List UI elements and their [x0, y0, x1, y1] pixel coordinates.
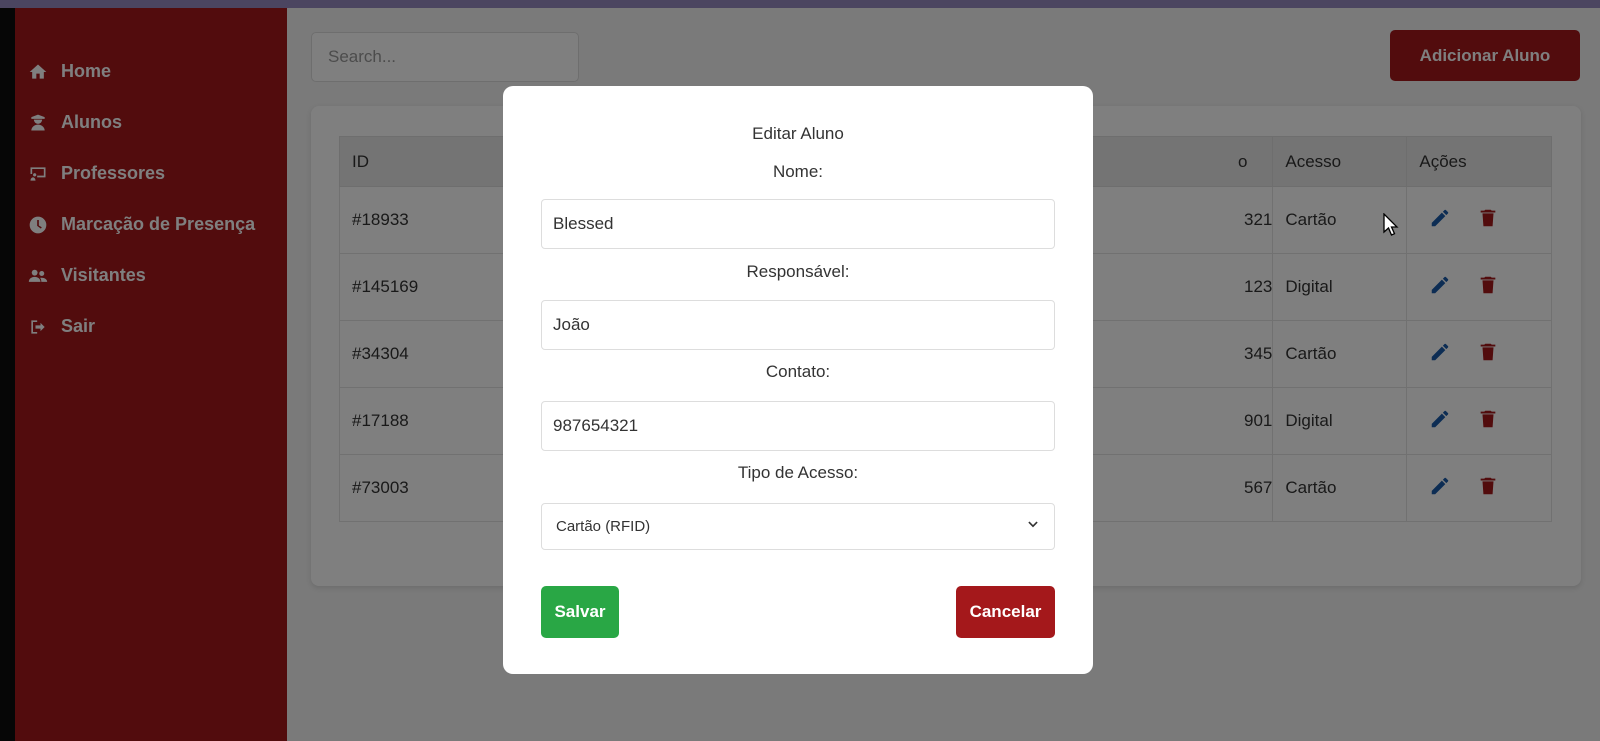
cancel-button[interactable]: Cancelar: [956, 586, 1055, 638]
window-frame-top: [0, 0, 1600, 8]
contato-input[interactable]: [541, 401, 1055, 451]
save-button[interactable]: Salvar: [541, 586, 619, 638]
window-frame-left: [0, 0, 15, 741]
tipo-acesso-select[interactable]: Cartão (RFID): [541, 503, 1055, 550]
edit-student-modal: Editar Aluno Nome: Responsável: Contato:…: [503, 86, 1093, 674]
chevron-down-icon: [1026, 518, 1040, 536]
responsavel-label: Responsável:: [746, 262, 850, 281]
responsavel-input[interactable]: [541, 300, 1055, 350]
tipo-acesso-label: Tipo de Acesso:: [737, 463, 859, 482]
contato-label: Contato:: [765, 362, 831, 381]
modal-title: Editar Aluno: [752, 124, 844, 143]
mouse-cursor-icon: [1383, 213, 1399, 236]
nome-label: Nome:: [772, 162, 824, 181]
nome-input[interactable]: [541, 199, 1055, 249]
tipo-acesso-selected-value: Cartão (RFID): [556, 518, 651, 535]
